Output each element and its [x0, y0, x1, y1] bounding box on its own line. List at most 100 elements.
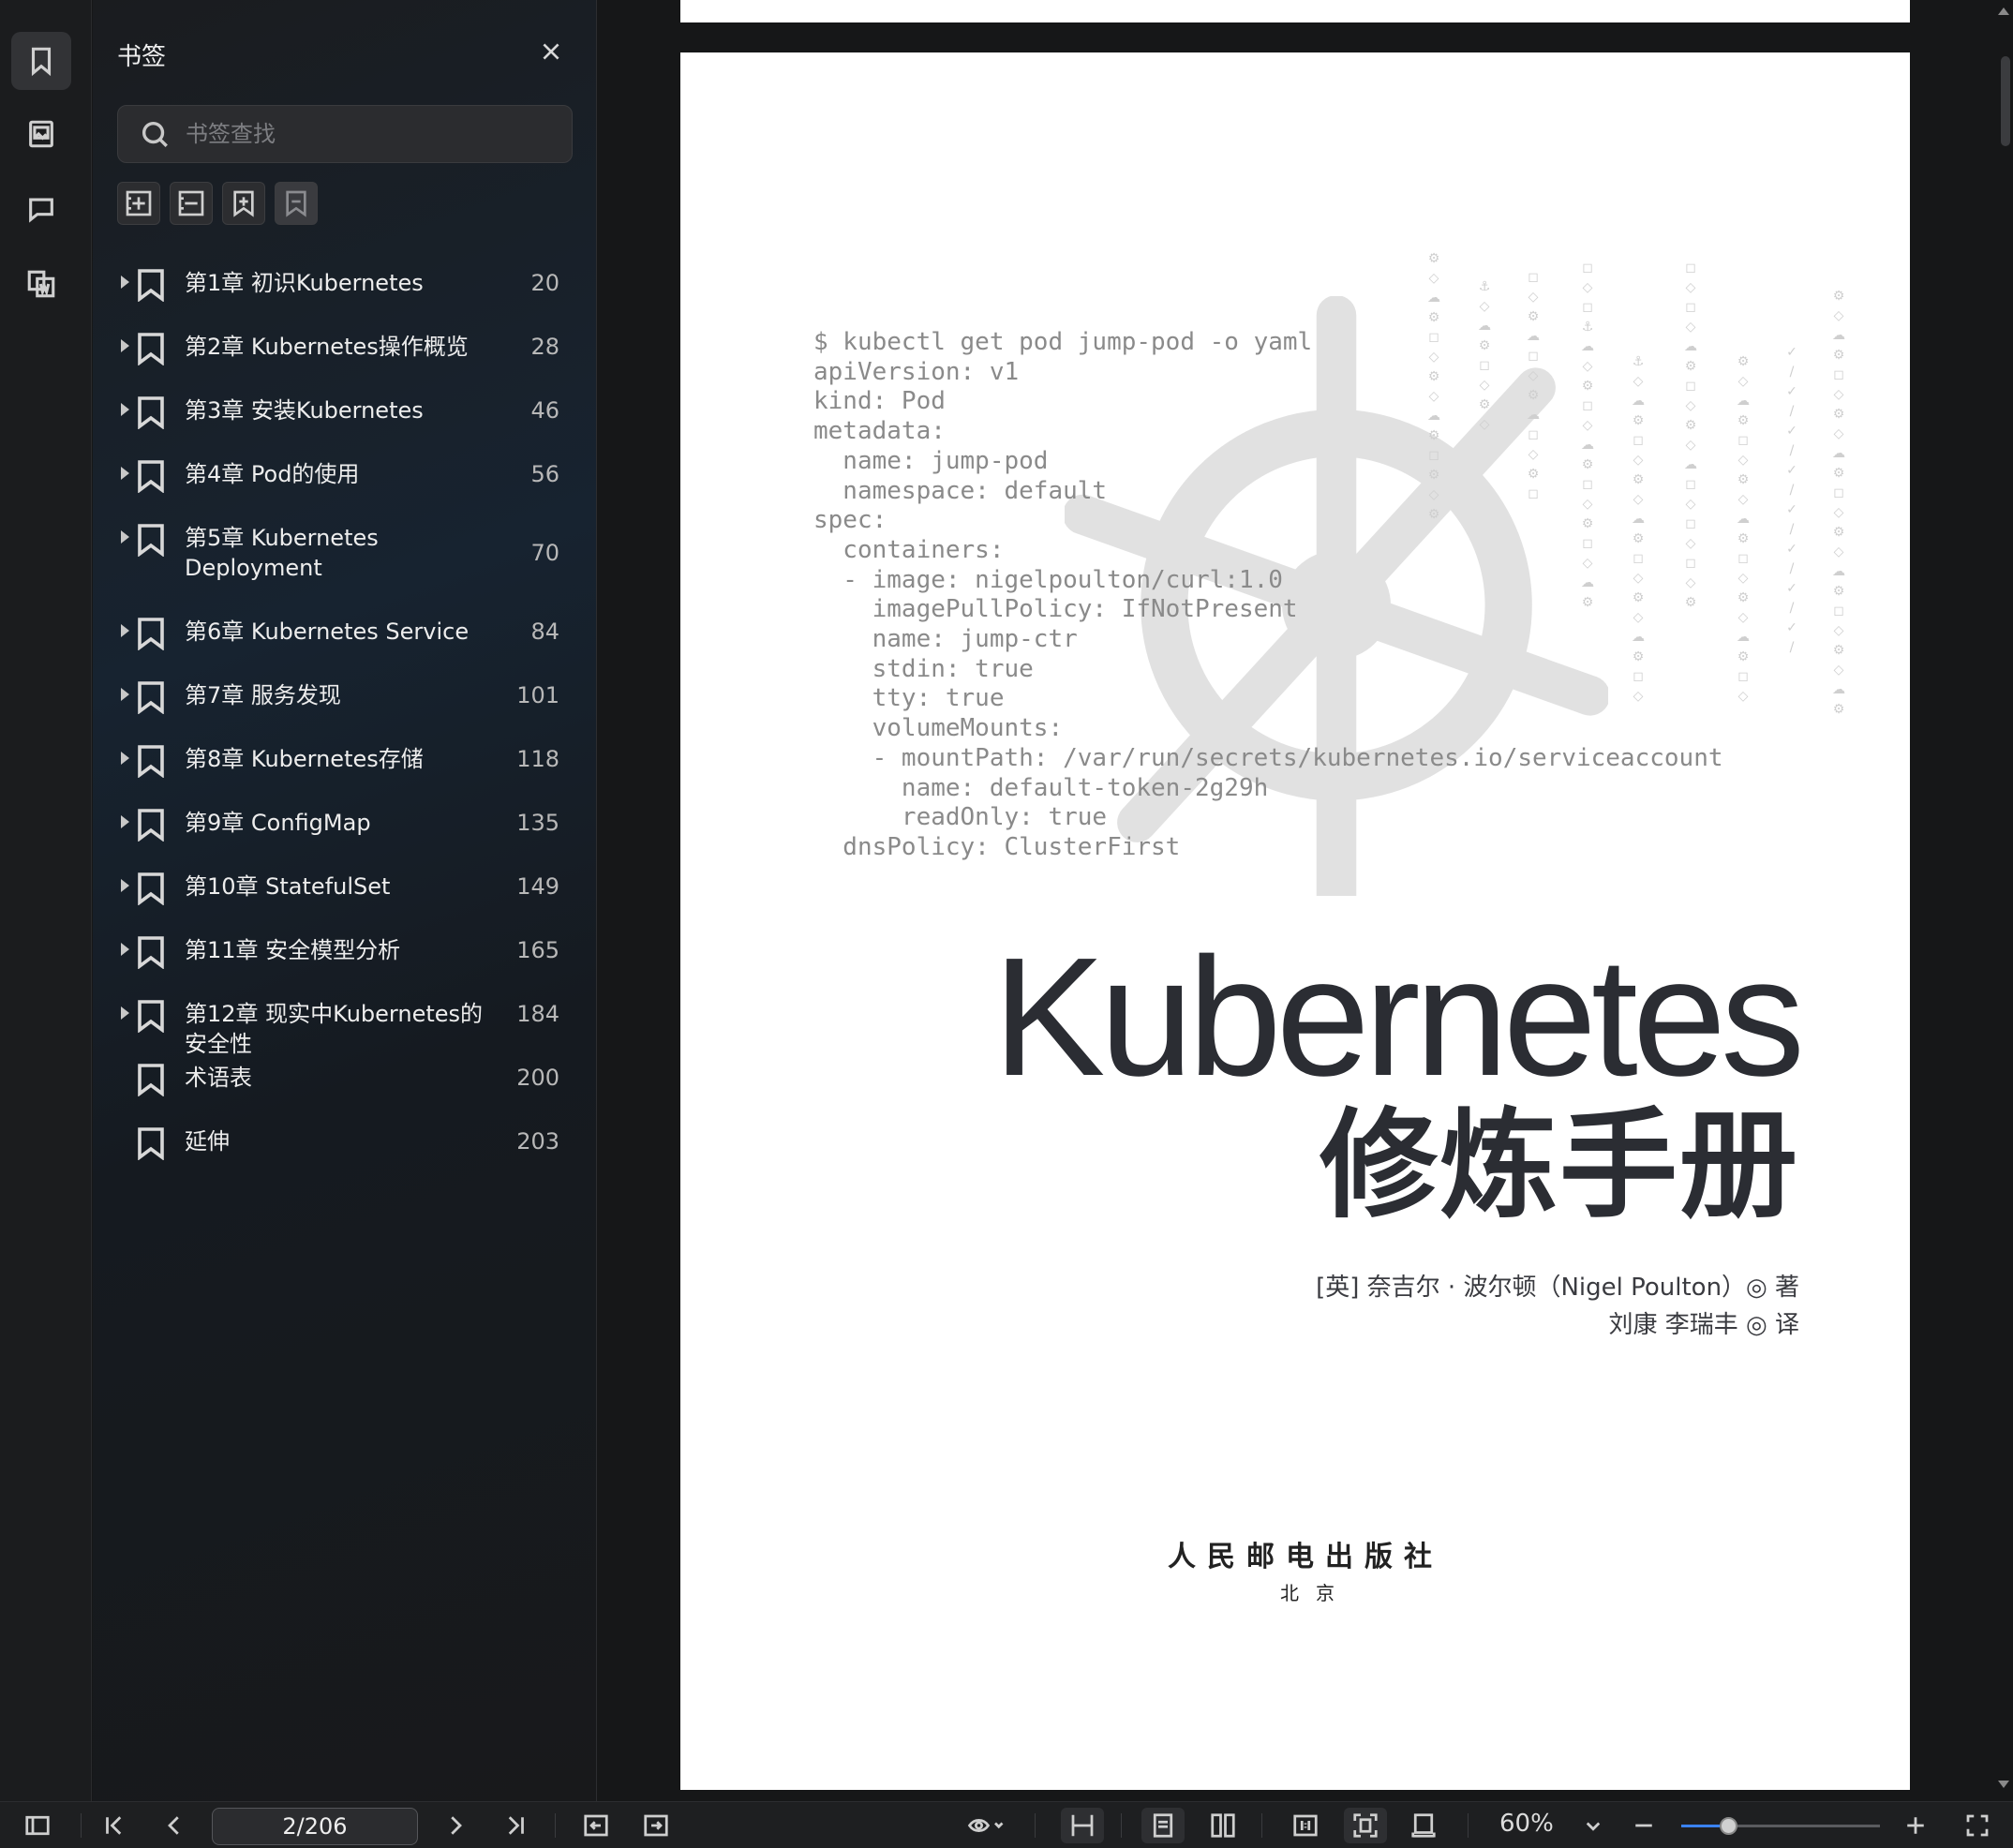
left-rail	[0, 0, 92, 1801]
last-page-button[interactable]	[499, 1808, 532, 1843]
expand-caret-icon[interactable]	[121, 752, 129, 765]
single-page-button[interactable]	[1141, 1808, 1185, 1843]
view-mode-dropdown[interactable]	[958, 1808, 1014, 1843]
bookmark-item[interactable]: 第1章 初识Kubernetes 20	[93, 251, 597, 315]
remove-bookmark-button[interactable]	[170, 182, 213, 225]
fit-page-button[interactable]	[1344, 1808, 1387, 1843]
last-page-icon	[508, 1816, 524, 1835]
bookmark-search[interactable]	[117, 105, 573, 163]
bookmark-label: 术语表	[185, 1065, 252, 1091]
rail-comments-button[interactable]	[11, 180, 71, 238]
eye-icon	[967, 1819, 1004, 1832]
fit-width-icon	[1411, 1813, 1436, 1838]
add-bookmark-button[interactable]	[117, 182, 160, 225]
bookmark-label: 第5章 Kubernetes Deployment	[185, 525, 379, 581]
close-panel-button[interactable]	[535, 36, 567, 67]
bookmark-icon	[137, 935, 165, 970]
bookmark-item[interactable]: 第12章 现实中Kubernetes的安全性 184	[93, 982, 597, 1057]
bookmark-item[interactable]: 第9章 ConfigMap 135	[93, 791, 597, 855]
author-block: [英] 奈吉尔 · 波尔顿（Nigel Poulton）◎ 著 刘康 李瑞丰 ◎…	[1316, 1269, 1799, 1344]
expand-caret-icon[interactable]	[121, 276, 129, 289]
remove-bookmark-icon	[178, 190, 204, 216]
zoom-out-button[interactable]	[1627, 1808, 1661, 1843]
vertical-scrollbar[interactable]	[1996, 0, 2013, 1801]
next-page-button[interactable]	[439, 1808, 472, 1843]
bookmark-item[interactable]: 第3章 安装Kubernetes 46	[93, 379, 597, 442]
bookmark-page-number: 149	[516, 873, 559, 900]
bookmark-item[interactable]: 第2章 Kubernetes操作概览 28	[93, 315, 597, 379]
fit-width-button[interactable]	[1402, 1808, 1445, 1843]
toolbar-divider	[555, 1813, 556, 1838]
plus-icon	[1907, 1817, 1924, 1834]
rail-thumbnails-button[interactable]	[11, 105, 71, 163]
add-child-bookmark-button[interactable]	[222, 182, 265, 225]
bookmark-icon	[137, 332, 165, 366]
expand-caret-icon[interactable]	[121, 530, 129, 544]
bookmark-search-input[interactable]	[186, 121, 542, 147]
navigate-back-button[interactable]	[579, 1808, 613, 1843]
bookmark-page-number: 70	[530, 540, 559, 566]
close-icon	[543, 43, 559, 60]
expand-caret-icon[interactable]	[121, 339, 129, 352]
expand-caret-icon[interactable]	[121, 1006, 129, 1020]
toolbar-divider	[1468, 1813, 1469, 1838]
decorative-glyph-column: ⚓ ◇ ☁ ⚙ ◻ ◇ ⚙ ◇ ☁ ⚙ ◻ ◇ ⚙ ◇ ☁ ⚙ ◻ ◇	[1632, 354, 1645, 704]
first-page-button[interactable]	[97, 1808, 131, 1843]
bookmark-item[interactable]: 第7章 服务发现 101	[93, 663, 597, 727]
bookmark-item[interactable]: 术语表 200	[93, 1046, 597, 1110]
rail-bookmarks-button[interactable]	[11, 32, 71, 90]
scroll-up-arrow-icon[interactable]	[1998, 7, 2009, 15]
zoom-slider-handle[interactable]	[1719, 1817, 1737, 1835]
page-number-input[interactable]	[212, 1808, 418, 1845]
scrollbar-thumb[interactable]	[2001, 56, 2010, 146]
bookmark-page-number: 135	[516, 810, 559, 836]
minus-icon	[1635, 1824, 1652, 1827]
fullscreen-button[interactable]	[1961, 1808, 1994, 1843]
bookmark-icon	[137, 680, 165, 715]
bookmark-item[interactable]: 第5章 Kubernetes Deployment 70	[93, 506, 597, 600]
bookmark-item[interactable]: 第6章 Kubernetes Service 84	[93, 600, 597, 663]
expand-caret-icon[interactable]	[121, 815, 129, 828]
bookmark-icon	[137, 268, 165, 303]
previous-page-button[interactable]	[157, 1808, 191, 1843]
continuous-scroll-button[interactable]	[1061, 1808, 1104, 1843]
document-viewer[interactable]: $ kubectl get pod jump-pod -o yaml apiVe…	[597, 0, 2013, 1801]
single-page-icon	[1153, 1813, 1173, 1838]
scroll-down-arrow-icon[interactable]	[1998, 1781, 2009, 1788]
thumbnail-icon	[29, 120, 53, 148]
actual-size-button[interactable]	[1284, 1808, 1327, 1843]
zoom-in-button[interactable]	[1899, 1808, 1932, 1843]
publisher-name: 人民邮电出版社	[1168, 1541, 1443, 1573]
two-page-button[interactable]	[1201, 1808, 1245, 1843]
zoom-dropdown-button[interactable]	[1576, 1808, 1610, 1843]
zoom-level[interactable]: 60%	[1499, 1810, 1554, 1838]
attachment-icon	[27, 270, 55, 298]
expand-caret-icon[interactable]	[121, 403, 129, 416]
bookmark-page-number: 28	[530, 334, 559, 360]
sidebar-toggle-icon	[25, 1815, 50, 1836]
expand-caret-icon[interactable]	[121, 943, 129, 956]
bookmark-page-number: 20	[530, 270, 559, 296]
bookmark-item[interactable]: 第8章 Kubernetes存储 118	[93, 727, 597, 791]
bookmark-item[interactable]: 第11章 安全模型分析 165	[93, 918, 597, 982]
bookmark-item[interactable]: 延伸 203	[93, 1110, 597, 1173]
expand-caret-icon[interactable]	[121, 624, 129, 637]
toggle-sidebar-button[interactable]	[19, 1808, 56, 1843]
zoom-slider[interactable]	[1681, 1817, 1880, 1835]
bookmark-label: 第6章 Kubernetes Service	[185, 618, 470, 645]
bookmark-item[interactable]: 第10章 StatefulSet 149	[93, 855, 597, 918]
bookmark-item[interactable]: 第4章 Pod的使用 56	[93, 442, 597, 506]
add-child-bookmark-icon	[233, 190, 254, 217]
rail-attachments-button[interactable]	[11, 255, 71, 313]
bookmark-label: 第10章 StatefulSet	[185, 873, 391, 900]
expand-caret-icon[interactable]	[121, 879, 129, 892]
expand-caret-icon[interactable]	[121, 467, 129, 480]
navigate-forward-button[interactable]	[639, 1808, 673, 1843]
search-icon	[142, 121, 168, 147]
bookmark-properties-button[interactable]	[275, 182, 318, 225]
expand-caret-icon[interactable]	[121, 688, 129, 701]
bookmark-label: 第2章 Kubernetes操作概览	[185, 334, 469, 360]
bookmark-icon	[137, 395, 165, 430]
bookmark-label: 延伸	[185, 1128, 230, 1155]
translator-line: 刘康 李瑞丰 ◎ 译	[1608, 1311, 1799, 1339]
